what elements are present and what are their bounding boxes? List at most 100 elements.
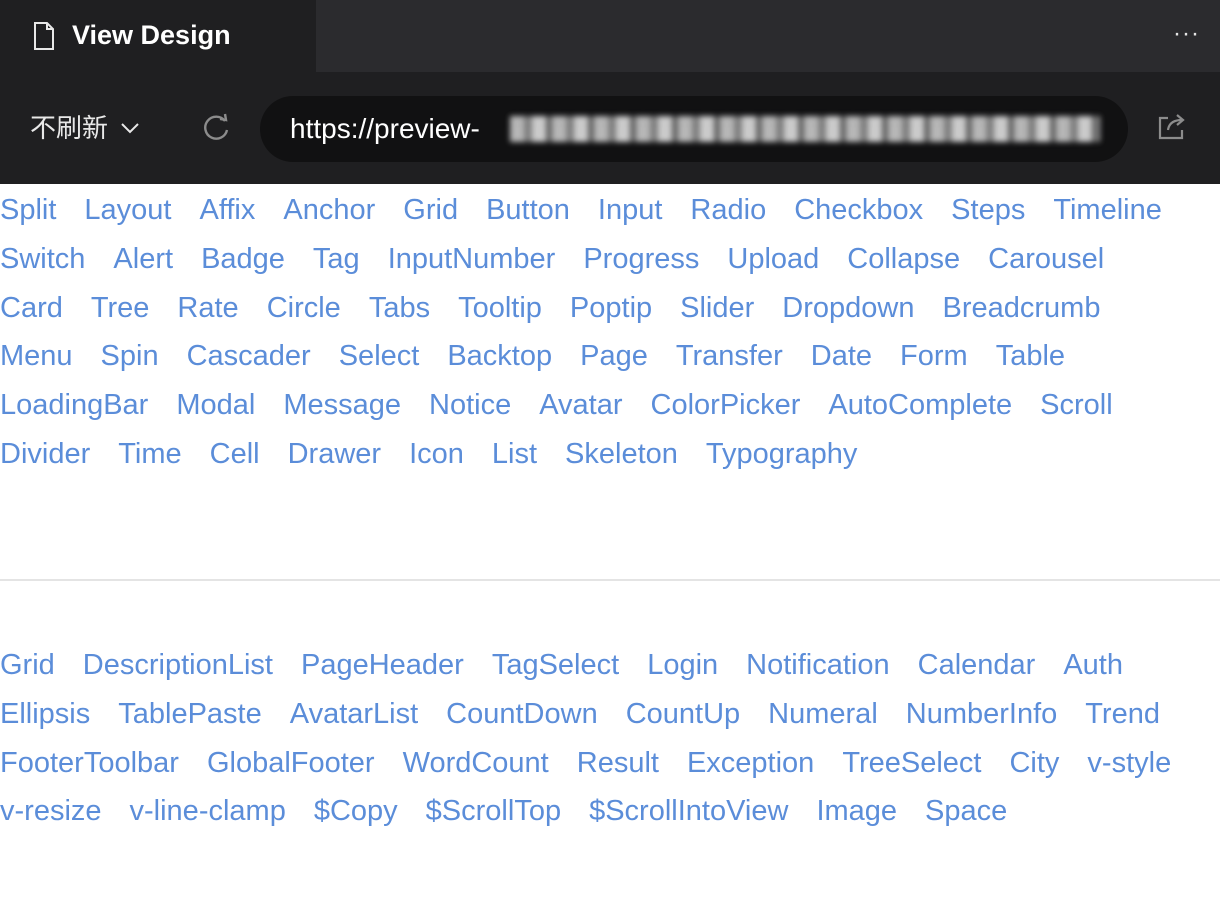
component-link[interactable]: Date [811, 332, 872, 381]
component-link[interactable]: $Copy [314, 787, 398, 836]
component-link[interactable]: Dropdown [782, 284, 914, 333]
tab-bar: View Design ··· [0, 0, 1220, 72]
component-link[interactable]: Table [996, 332, 1065, 381]
component-link[interactable]: WordCount [403, 739, 549, 788]
component-link[interactable]: Notification [746, 641, 889, 690]
component-link[interactable]: Message [283, 381, 401, 430]
component-link[interactable]: v-style [1087, 739, 1171, 788]
component-link[interactable]: Form [900, 332, 968, 381]
component-link[interactable]: v-line-clamp [130, 787, 286, 836]
component-link[interactable]: Affix [200, 186, 256, 235]
component-link[interactable]: Modal [176, 381, 255, 430]
component-link[interactable]: Cell [210, 430, 260, 479]
component-link[interactable]: Calendar [918, 641, 1036, 690]
component-link[interactable]: Skeleton [565, 430, 678, 479]
component-link[interactable]: Result [577, 739, 659, 788]
component-link[interactable]: Timeline [1053, 186, 1162, 235]
component-link[interactable]: CountDown [446, 690, 598, 739]
component-link[interactable]: Poptip [570, 284, 652, 333]
share-icon[interactable] [1156, 110, 1188, 142]
component-link[interactable]: Divider [0, 430, 90, 479]
component-link[interactable]: Radio [690, 186, 766, 235]
component-link[interactable]: Image [816, 787, 897, 836]
component-link[interactable]: Tabs [369, 284, 430, 333]
url-text: https://preview- [290, 113, 480, 144]
component-link[interactable]: CountUp [626, 690, 740, 739]
component-link[interactable]: TagSelect [492, 641, 619, 690]
component-link[interactable]: Switch [0, 235, 85, 284]
component-link[interactable]: Carousel [988, 235, 1104, 284]
component-link[interactable]: Select [339, 332, 420, 381]
component-link[interactable]: Layout [84, 186, 171, 235]
component-link[interactable]: TreeSelect [842, 739, 981, 788]
component-link[interactable]: Backtop [447, 332, 552, 381]
component-link[interactable]: Checkbox [794, 186, 923, 235]
component-link[interactable]: DescriptionList [83, 641, 273, 690]
component-link[interactable]: Grid [403, 186, 458, 235]
component-link[interactable]: Scroll [1040, 381, 1113, 430]
component-link[interactable]: Grid [0, 641, 55, 690]
component-link[interactable]: InputNumber [388, 235, 556, 284]
reload-icon[interactable] [198, 110, 234, 146]
component-link[interactable]: Transfer [676, 332, 783, 381]
active-tab[interactable]: View Design [0, 0, 316, 72]
component-link[interactable]: Icon [409, 430, 464, 479]
url-bar[interactable]: https://preview- [260, 96, 1128, 162]
component-link[interactable]: Notice [429, 381, 511, 430]
component-link[interactable]: Steps [951, 186, 1025, 235]
component-link[interactable]: Breadcrumb [942, 284, 1100, 333]
refresh-mode-label: 不刷新 [30, 113, 109, 143]
component-link[interactable]: Drawer [288, 430, 381, 479]
refresh-mode-dropdown[interactable]: 不刷新 [30, 112, 140, 144]
component-link[interactable]: Time [118, 430, 181, 479]
component-link[interactable]: NumberInfo [906, 690, 1058, 739]
component-link[interactable]: Badge [201, 235, 285, 284]
component-link[interactable]: Collapse [847, 235, 960, 284]
component-link[interactable]: Ellipsis [0, 690, 90, 739]
component-link[interactable]: Button [486, 186, 570, 235]
pro-components-link-list: Grid DescriptionList PageHeader TagSelect Lo… [0, 641, 1200, 836]
component-link[interactable]: Login [647, 641, 718, 690]
component-link[interactable]: Typography [706, 430, 858, 479]
component-link[interactable]: Tooltip [458, 284, 542, 333]
url-redacted [510, 116, 1100, 142]
component-link[interactable]: PageHeader [301, 641, 464, 690]
component-link[interactable]: Anchor [283, 186, 375, 235]
component-link[interactable]: Tag [313, 235, 360, 284]
component-link[interactable]: LoadingBar [0, 381, 148, 430]
component-link[interactable]: Input [598, 186, 663, 235]
component-link[interactable]: Numeral [768, 690, 878, 739]
component-link[interactable]: ColorPicker [651, 381, 801, 430]
component-link[interactable]: Alert [113, 235, 173, 284]
section-divider [0, 579, 1220, 581]
component-link[interactable]: Split [0, 186, 56, 235]
component-link[interactable]: GlobalFooter [207, 739, 375, 788]
components-link-list: Split Layout Affix Anchor Grid Button Input Rad… [0, 186, 1200, 479]
component-link[interactable]: Space [925, 787, 1007, 836]
component-link[interactable]: Tree [91, 284, 150, 333]
component-link[interactable]: AutoComplete [828, 381, 1012, 430]
component-link[interactable]: Card [0, 284, 63, 333]
component-link[interactable]: Slider [680, 284, 754, 333]
component-link[interactable]: Spin [101, 332, 159, 381]
component-link[interactable]: List [492, 430, 537, 479]
component-link[interactable]: $ScrollTop [426, 787, 561, 836]
component-link[interactable]: Menu [0, 332, 73, 381]
component-link[interactable]: FooterToolbar [0, 739, 179, 788]
component-link[interactable]: Exception [687, 739, 814, 788]
component-link[interactable]: Page [580, 332, 648, 381]
component-link[interactable]: Rate [177, 284, 238, 333]
component-link[interactable]: Trend [1085, 690, 1160, 739]
component-link[interactable]: Upload [727, 235, 819, 284]
component-link[interactable]: v-resize [0, 787, 102, 836]
component-link[interactable]: AvatarList [290, 690, 418, 739]
component-link[interactable]: Avatar [539, 381, 622, 430]
component-link[interactable]: Cascader [187, 332, 311, 381]
component-link[interactable]: Circle [267, 284, 341, 333]
more-icon[interactable]: ··· [1173, 20, 1200, 48]
component-link[interactable]: Auth [1063, 641, 1123, 690]
component-link[interactable]: $ScrollIntoView [589, 787, 788, 836]
component-link[interactable]: City [1009, 739, 1059, 788]
component-link[interactable]: Progress [583, 235, 699, 284]
component-link[interactable]: TablePaste [118, 690, 262, 739]
